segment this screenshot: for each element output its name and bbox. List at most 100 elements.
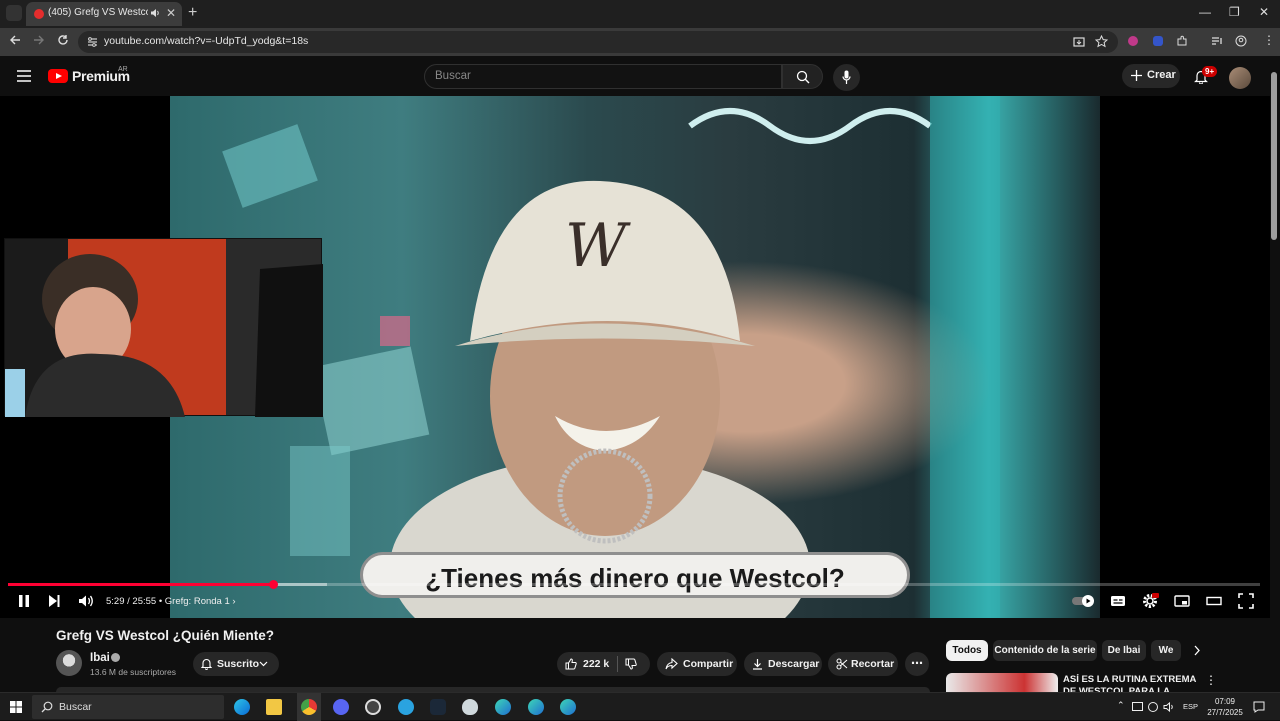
chip-westcol[interactable]: We xyxy=(1151,640,1181,661)
settings-gear-icon[interactable] xyxy=(1142,593,1159,609)
browser-menu-icon[interactable]: ⋮ xyxy=(1263,33,1275,47)
audio-playing-icon[interactable] xyxy=(150,8,160,18)
account-avatar[interactable] xyxy=(1229,67,1251,89)
chevron-down-icon xyxy=(259,661,268,667)
progress-scrubber-handle[interactable] xyxy=(269,580,278,589)
chips-next-chevron-icon[interactable] xyxy=(1193,645,1201,656)
youtube-header: Premium AR Buscar Crear 9+ xyxy=(0,56,1280,96)
clock-time: 07:09 xyxy=(1214,697,1236,706)
recommended-more-icon[interactable]: ⋮ xyxy=(1205,673,1217,687)
edge-profile-two-icon[interactable] xyxy=(528,699,544,715)
progress-played xyxy=(8,583,273,586)
chip-all[interactable]: Todos xyxy=(946,640,988,661)
subscribed-bell-icon xyxy=(201,658,212,670)
subtitles-icon[interactable] xyxy=(1110,593,1126,609)
next-video-icon[interactable] xyxy=(47,593,61,609)
webcam-scene-illustration xyxy=(5,254,323,417)
media-control-icon[interactable] xyxy=(1211,35,1223,47)
profile-icon[interactable] xyxy=(1235,35,1247,47)
extension-pink-icon[interactable] xyxy=(1128,36,1138,46)
voice-search-button[interactable] xyxy=(833,64,860,91)
app-pin-icon[interactable] xyxy=(462,699,478,715)
browser-tab-strip: (405) Grefg VS Westcol ¿Qu ✕ + — ❐ ✕ xyxy=(0,0,1280,28)
clock-date: 27/7/2025 xyxy=(1207,708,1243,717)
obs-studio-icon[interactable] xyxy=(365,699,381,715)
video-player[interactable]: W ¿Tienes más dinero que Westcol? 5:29 /… xyxy=(0,96,1270,618)
edge-profile-three-icon[interactable] xyxy=(560,699,576,715)
search-button[interactable] xyxy=(782,64,823,89)
back-arrow-icon[interactable] xyxy=(9,34,21,46)
more-horizontal-icon: ⋯ xyxy=(911,656,923,670)
keyboard-language[interactable]: ESP xyxy=(1183,702,1198,711)
file-explorer-icon[interactable] xyxy=(266,699,282,715)
volume-icon[interactable] xyxy=(78,593,94,609)
subscribe-button[interactable]: Suscrito xyxy=(193,652,279,676)
steam-icon[interactable] xyxy=(430,699,446,715)
share-label: Compartir xyxy=(683,658,734,670)
tab-search-menu-button[interactable] xyxy=(6,5,22,21)
fullscreen-icon[interactable] xyxy=(1238,593,1254,609)
notification-center-icon[interactable] xyxy=(1253,701,1265,713)
download-icon xyxy=(753,659,762,670)
edge-browser-icon[interactable] xyxy=(234,699,250,715)
install-app-icon[interactable] xyxy=(1073,36,1085,48)
search-input[interactable]: Buscar xyxy=(424,64,782,89)
video-subtitle-card: ¿Tienes más dinero que Westcol? xyxy=(360,552,910,598)
download-button[interactable]: Descargar xyxy=(744,652,822,676)
chrome-browser-icon[interactable] xyxy=(301,699,317,715)
telegram-icon[interactable] xyxy=(398,699,414,715)
search-icon xyxy=(796,70,810,84)
minimize-button[interactable]: — xyxy=(1199,5,1211,19)
plus-icon xyxy=(1131,70,1142,81)
browser-tab-active[interactable]: (405) Grefg VS Westcol ¿Qu ✕ xyxy=(26,2,182,26)
like-dislike-group: 222 k xyxy=(557,652,650,676)
chapter-label[interactable]: • Grefg: Ronda 1 xyxy=(159,596,230,607)
tray-volume-icon[interactable] xyxy=(1163,701,1175,713)
extension-shield-icon[interactable] xyxy=(1153,36,1163,46)
miniplayer-icon[interactable] xyxy=(1174,593,1190,609)
forward-arrow-icon[interactable] xyxy=(33,34,45,46)
restore-button[interactable]: ❐ xyxy=(1229,5,1240,19)
like-count[interactable]: 222 k xyxy=(583,658,609,670)
tray-network-icon[interactable] xyxy=(1132,702,1143,711)
pause-icon[interactable] xyxy=(17,593,31,609)
tab-close-button[interactable]: ✕ xyxy=(166,6,176,20)
new-tab-button[interactable]: + xyxy=(188,4,197,22)
youtube-favicon-icon xyxy=(34,9,44,19)
share-button[interactable]: Compartir xyxy=(657,652,737,676)
channel-avatar[interactable] xyxy=(56,650,82,676)
channel-name[interactable]: Ibai xyxy=(90,652,110,664)
chip-series-label: Contenido de la serie xyxy=(994,645,1096,656)
subscriber-count: 13.6 M de suscriptores xyxy=(90,667,176,677)
youtube-logo-icon[interactable] xyxy=(48,69,68,83)
chip-from-ibai[interactable]: De Ibai xyxy=(1102,640,1146,661)
like-thumb-icon[interactable] xyxy=(565,658,577,670)
chip-series-content[interactable]: Contenido de la serie xyxy=(993,640,1097,661)
close-window-button[interactable]: ✕ xyxy=(1259,5,1269,19)
page-scrollbar[interactable] xyxy=(1271,72,1277,240)
chip-westcol-label: We xyxy=(1158,645,1174,656)
extensions-puzzle-icon[interactable] xyxy=(1176,35,1188,47)
chip-ibai-label: De Ibai xyxy=(1107,645,1141,656)
hamburger-menu-icon[interactable] xyxy=(17,70,31,82)
discord-icon[interactable] xyxy=(333,699,349,715)
autoplay-toggle-icon[interactable] xyxy=(1071,593,1097,609)
taskbar-search-box[interactable]: Buscar xyxy=(32,695,224,719)
tray-sync-icon[interactable] xyxy=(1148,702,1158,712)
streamer-webcam-overlay xyxy=(4,238,323,417)
create-button[interactable]: Crear xyxy=(1122,64,1180,88)
dislike-thumb-icon[interactable] xyxy=(625,658,637,670)
tray-overflow-chevron-icon[interactable]: ⌃ xyxy=(1117,700,1125,711)
reload-icon[interactable] xyxy=(57,34,69,46)
more-actions-button[interactable]: ⋯ xyxy=(905,652,929,676)
site-info-icon[interactable] xyxy=(87,37,98,47)
taskbar-clock[interactable]: 07:09 27/7/2025 xyxy=(1204,696,1246,718)
clip-button[interactable]: Recortar xyxy=(828,652,898,676)
download-label: Descargar xyxy=(768,658,820,670)
address-bar[interactable]: youtube.com/watch?v=-UdpTd_yodg&t=18s xyxy=(78,31,1118,53)
edge-profile-one-icon[interactable] xyxy=(495,699,511,715)
theater-mode-icon[interactable] xyxy=(1206,593,1222,609)
chapter-chevron-icon[interactable]: › xyxy=(232,596,235,607)
windows-start-icon[interactable] xyxy=(10,701,22,713)
bookmark-star-icon[interactable] xyxy=(1095,35,1108,48)
